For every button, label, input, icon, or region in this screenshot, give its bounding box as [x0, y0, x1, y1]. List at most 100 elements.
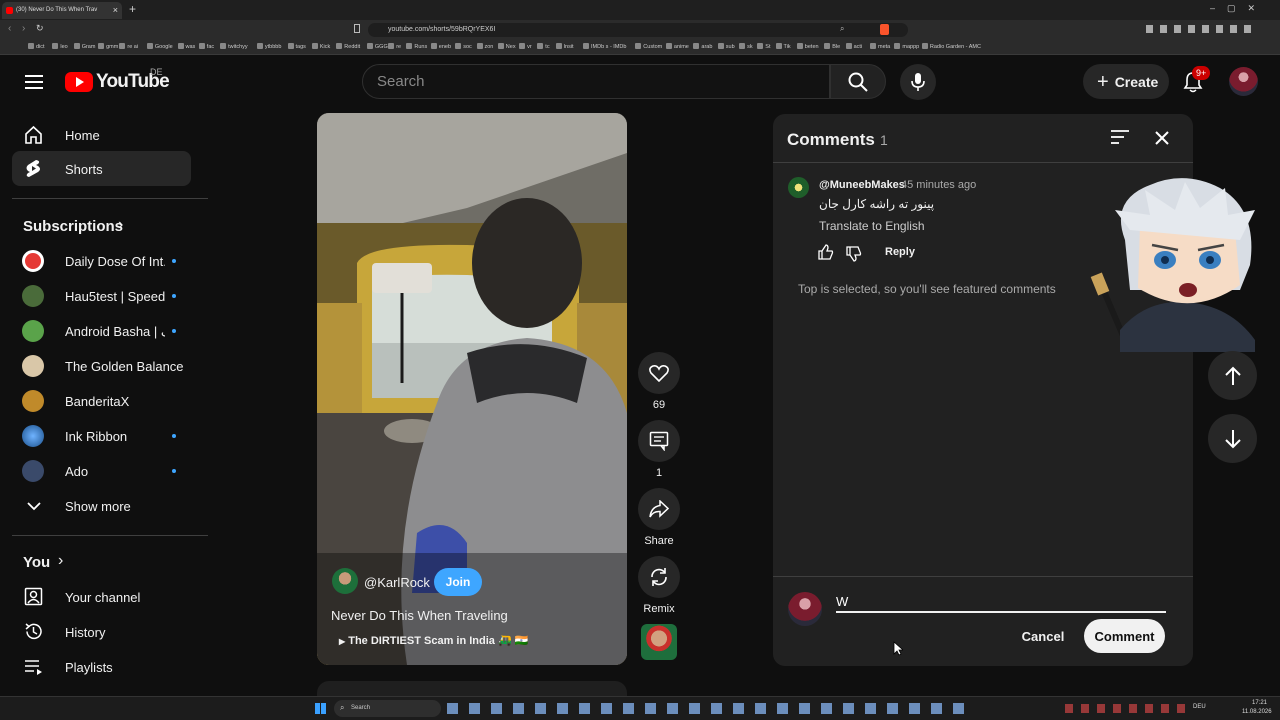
bookmark-item[interactable]: Gram	[74, 43, 96, 50]
bookmark-item[interactable]: IMDb s - IMDb	[583, 43, 626, 50]
bookmark-item[interactable]: re	[388, 43, 401, 50]
bookmark-item[interactable]: GGG	[367, 43, 388, 50]
extensions-icons[interactable]	[1146, 25, 1256, 33]
bookmark-item[interactable]: sub	[718, 43, 735, 50]
short-channel-avatar[interactable]	[332, 568, 358, 594]
create-button[interactable]: + Create	[1083, 64, 1169, 99]
bookmark-item[interactable]: mappp	[894, 43, 919, 50]
sidebar-subscription[interactable]: Ink Ribbon	[12, 418, 191, 453]
window-controls[interactable]: –▢✕	[1210, 3, 1267, 14]
bookmark-item[interactable]: beten	[797, 43, 819, 50]
like-button[interactable]	[638, 352, 680, 394]
close-icon[interactable]	[1154, 130, 1170, 146]
brave-shields-icon[interactable]	[880, 24, 889, 35]
bookmark-item[interactable]: acti	[846, 43, 863, 50]
search-input[interactable]	[363, 65, 829, 98]
clock-time[interactable]: 17:21	[1252, 700, 1267, 706]
taskbar-search[interactable]: ⌕ Search	[334, 700, 441, 717]
remix-button[interactable]	[638, 556, 680, 598]
reply-button[interactable]: Reply	[885, 246, 915, 258]
sidebar-subscription[interactable]: Hau5test | Speed...	[12, 278, 191, 313]
browser-tab[interactable]: (30) Never Do This When Trav ×	[2, 2, 122, 19]
cancel-button[interactable]: Cancel	[1013, 619, 1073, 653]
bookmark-item[interactable]: tags	[288, 43, 306, 50]
bookmark-item[interactable]: eneb	[431, 43, 451, 50]
sidebar-subscription[interactable]: Android Basha | ک...	[12, 313, 191, 348]
sidebar-subscription[interactable]: BanderitaX	[12, 383, 191, 418]
bookmark-item[interactable]: anime	[666, 43, 689, 50]
comment-input[interactable]	[836, 591, 1166, 613]
bookmark-item[interactable]: Insit	[556, 43, 574, 50]
sidebar-item-your-channel[interactable]: Your channel	[12, 579, 191, 614]
bookmark-item[interactable]: soc	[455, 43, 472, 50]
previous-short-button[interactable]	[1208, 351, 1257, 400]
subscriptions-heading[interactable]: Subscriptions ›	[23, 216, 133, 236]
clock-date[interactable]: 11.08.2026	[1242, 709, 1272, 715]
bookmark-item[interactable]: leo	[52, 43, 67, 50]
bookmark-item[interactable]: Ble	[824, 43, 840, 50]
bookmark-item[interactable]: fac	[199, 43, 214, 50]
short-video-player[interactable]: @KarlRock Join Never Do This When Travel…	[317, 113, 627, 665]
bookmark-item[interactable]: re ai	[119, 43, 138, 50]
thumbs-up-icon[interactable]	[818, 244, 834, 265]
bookmark-item[interactable]: Kick	[312, 43, 330, 50]
zoom-icon[interactable]: ⌕	[840, 24, 844, 34]
search-button[interactable]	[830, 64, 886, 99]
join-button[interactable]: Join	[434, 568, 482, 596]
new-tab-icon[interactable]: +	[129, 2, 136, 16]
comment-time[interactable]: 45 minutes ago	[901, 179, 976, 191]
sidebar-subscription[interactable]: Ado	[12, 453, 191, 488]
bookmark-item[interactable]: zon	[477, 43, 494, 50]
taskbar-app-icons[interactable]	[447, 703, 972, 714]
bookmark-item[interactable]: arab	[693, 43, 712, 50]
translate-link[interactable]: Translate to English	[819, 219, 925, 233]
sidebar-item-shorts[interactable]: Shorts	[12, 151, 191, 186]
show-more-button[interactable]: Show more	[12, 488, 191, 523]
sound-thumbnail[interactable]	[641, 624, 677, 660]
bookmark-item[interactable]: Tik	[776, 43, 791, 50]
bookmark-item[interactable]: meta	[870, 43, 890, 50]
bookmark-item[interactable]: Custom	[635, 43, 662, 50]
bookmark-item[interactable]: Reddit	[336, 43, 360, 50]
next-short-preview[interactable]	[317, 681, 627, 696]
you-heading[interactable]: You ›	[23, 552, 83, 572]
url-field[interactable]: youtube.com/shorts/59bRQrYEX6I	[368, 23, 908, 37]
forward-icon[interactable]: ›	[22, 23, 25, 34]
sidebar-item-playlists[interactable]: Playlists	[12, 649, 191, 684]
keyboard-language[interactable]: DEU	[1193, 704, 1206, 710]
notifications-button[interactable]: 9+	[1180, 66, 1211, 95]
bookmark-item[interactable]: Nex	[498, 43, 516, 50]
comment-submit-button[interactable]: Comment	[1084, 619, 1165, 653]
share-button[interactable]	[638, 488, 680, 530]
bookmark-icon[interactable]	[354, 24, 360, 33]
sidebar-subscription[interactable]: The Golden Balance	[12, 348, 191, 383]
back-icon[interactable]: ‹	[8, 23, 11, 34]
windows-start-icon[interactable]	[315, 703, 326, 714]
bookmark-item[interactable]: tc	[537, 43, 549, 50]
bookmark-item[interactable]: twitchyy	[220, 43, 248, 50]
sort-icon[interactable]	[1110, 129, 1130, 147]
thumbs-down-icon[interactable]	[846, 246, 862, 267]
menu-icon[interactable]	[22, 70, 46, 94]
sidebar-subscription[interactable]: Daily Dose Of Int...	[12, 243, 191, 278]
account-avatar[interactable]	[1229, 67, 1258, 96]
bookmark-item[interactable]: gmm	[98, 43, 118, 50]
bookmark-item[interactable]: dict	[28, 43, 45, 50]
bookmark-item[interactable]: ytbbbb	[257, 43, 282, 50]
commenter-avatar[interactable]	[788, 177, 809, 198]
bookmark-item[interactable]: sk	[739, 43, 753, 50]
sidebar-item-history[interactable]: History	[12, 614, 191, 649]
comment-author[interactable]: @MuneebMakes	[819, 179, 905, 191]
bookmark-item[interactable]: Google	[147, 43, 173, 50]
bookmark-item[interactable]: St	[757, 43, 770, 50]
tab-close-icon[interactable]: ×	[113, 5, 118, 15]
voice-search-button[interactable]	[900, 64, 936, 100]
sidebar-item-home[interactable]: Home	[12, 117, 191, 152]
linked-video-chip[interactable]: ▶ The DIRTIEST Scam in India 🛺 🇮🇳	[339, 634, 528, 647]
comments-button[interactable]	[638, 420, 680, 462]
bookmark-item[interactable]: Radio Garden - AMC	[922, 43, 981, 50]
next-short-button[interactable]	[1208, 414, 1257, 463]
youtube-logo[interactable]: YouTube DE	[64, 67, 170, 93]
bookmark-item[interactable]: was	[178, 43, 196, 50]
bookmark-item[interactable]: vr	[519, 43, 532, 50]
